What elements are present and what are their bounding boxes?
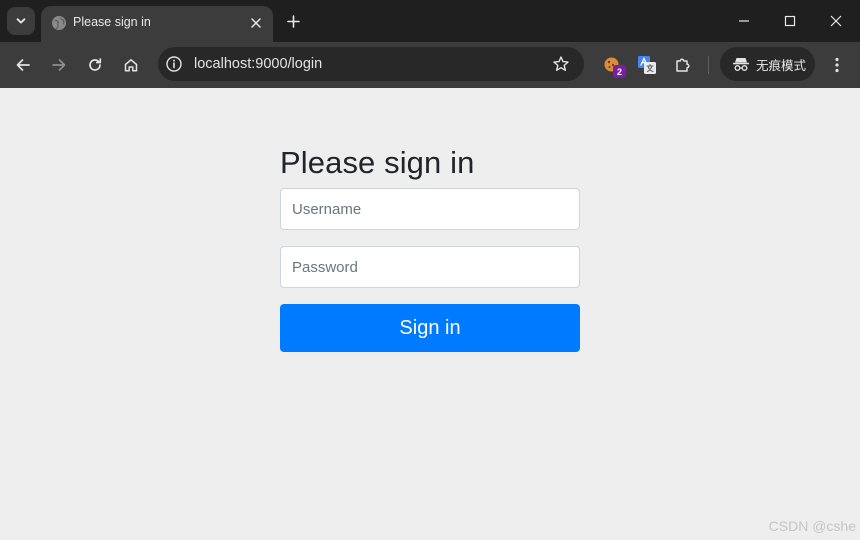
tab-close-button[interactable] xyxy=(247,14,265,32)
new-tab-button[interactable] xyxy=(282,10,304,32)
extension-button[interactable]: 2 xyxy=(598,51,626,79)
address-url[interactable]: localhost:9000/login xyxy=(194,56,322,72)
star-icon[interactable] xyxy=(552,55,570,73)
minimize-button[interactable] xyxy=(721,0,767,42)
tab-active[interactable]: Please sign in xyxy=(41,6,273,42)
translate-extension-button[interactable] xyxy=(633,51,661,79)
home-button[interactable] xyxy=(117,51,145,79)
close-icon xyxy=(251,18,261,28)
tab-strip: Please sign in xyxy=(0,0,860,42)
plus-icon xyxy=(286,14,300,28)
extension-badge: 2 xyxy=(613,65,626,78)
minimize-icon xyxy=(739,20,749,22)
extensions-button[interactable] xyxy=(669,51,697,79)
signin-form: Please sign in Sign in xyxy=(280,144,580,352)
watermark: CSDN @cshe xyxy=(768,518,856,534)
close-icon xyxy=(830,15,842,27)
puzzle-icon xyxy=(676,58,690,72)
page-content: Please sign in Sign in CSDN @cshe xyxy=(0,88,860,540)
maximize-button[interactable] xyxy=(767,0,813,42)
kebab-menu-icon xyxy=(835,57,839,73)
reload-icon xyxy=(89,58,102,71)
chevron-down-icon xyxy=(16,18,26,24)
tab-title: Please sign in xyxy=(73,15,151,29)
close-window-button[interactable] xyxy=(813,0,859,42)
tab-search-button[interactable] xyxy=(7,7,35,35)
arrow-right-icon xyxy=(52,59,66,71)
back-button[interactable] xyxy=(9,51,37,79)
translate-icon xyxy=(638,56,656,74)
forward-button[interactable] xyxy=(45,51,73,79)
reload-button[interactable] xyxy=(81,51,109,79)
info-icon[interactable] xyxy=(165,55,183,73)
incognito-icon xyxy=(733,58,749,71)
maximize-icon xyxy=(784,15,796,27)
globe-icon xyxy=(52,16,66,30)
password-input[interactable] xyxy=(280,246,580,288)
toolbar-separator xyxy=(708,56,709,74)
home-icon xyxy=(124,59,138,72)
username-input[interactable] xyxy=(280,188,580,230)
browser-toolbar: localhost:9000/login 2 无痕模式 xyxy=(0,42,860,88)
incognito-label: 无痕模式 xyxy=(756,58,807,73)
arrow-left-icon xyxy=(16,59,30,71)
address-bar[interactable]: localhost:9000/login xyxy=(158,47,584,81)
sign-in-button[interactable]: Sign in xyxy=(280,304,580,352)
incognito-profile-button[interactable]: 无痕模式 xyxy=(720,47,815,81)
page-title: Please sign in xyxy=(280,145,475,180)
browser-menu-button[interactable] xyxy=(824,51,850,79)
